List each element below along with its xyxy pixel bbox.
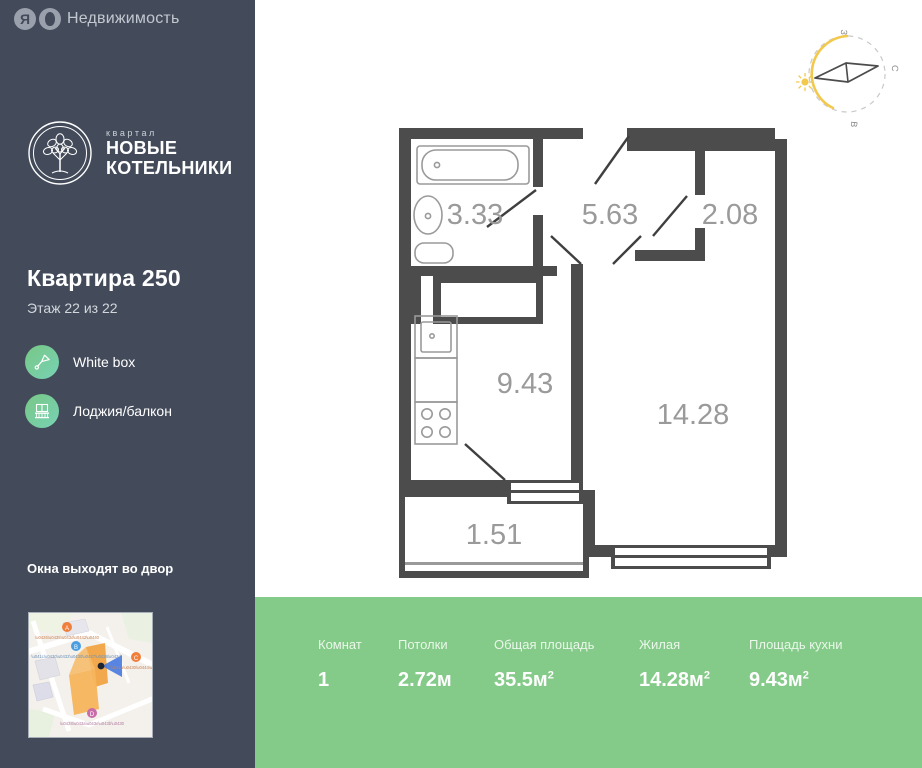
brand-bar[interactable]: Я Недвижимость [14, 8, 179, 30]
stat-label: Потолки [398, 637, 448, 652]
room-area-living-room: 14.28 [657, 399, 730, 431]
stat-label: Жилая [639, 637, 681, 652]
yandex-logo[interactable]: Я [14, 8, 61, 30]
stat-rooms: Комнат 1 [318, 597, 398, 692]
svg-text:\u0426\u0435\u043d\u0442\u0440: \u0426\u0435\u043d\u0442\u0440 [35, 635, 100, 640]
room-area-kitchen: 9.43 [497, 368, 553, 400]
stat-number: 9.43м [749, 669, 803, 691]
map-thumbnail[interactable]: A \u0426\u0435\u043d\u0442\u0440 B \u041… [28, 612, 153, 738]
toilet-icon [414, 242, 454, 264]
floor-plan: 3.33 5.63 2.08 9.43 14.28 1.51 [399, 128, 787, 578]
room-area-hallway: 5.63 [582, 199, 638, 231]
windows-orientation-note: Окна выходят во двор [27, 561, 174, 576]
stat-label: Площадь кухни [749, 637, 843, 652]
stat-number: 2.72м [398, 669, 452, 691]
stat-number: 1 [318, 669, 330, 691]
map-thumbnail-image: A \u0426\u0435\u043d\u0442\u0440 B \u041… [29, 613, 152, 737]
yandex-circle-icon [39, 8, 61, 30]
developer-name-line2: КОТЕЛЬНИКИ [106, 158, 233, 179]
brand-title: Недвижимость [67, 10, 180, 27]
stat-value: 14.28м2 [639, 669, 749, 692]
feature-label: White box [73, 354, 136, 370]
svg-text:D: D [90, 712, 95, 718]
feature-balcony: Лоджия/балкон [25, 394, 172, 428]
developer-name-line1: НОВЫЕ [106, 137, 178, 158]
stat-value: 1 [318, 669, 398, 692]
tree-emblem-icon [28, 121, 92, 185]
developer-logo: квартал НОВЫЕ КОТЕЛЬНИКИ [27, 120, 232, 186]
balcony-icon [25, 394, 59, 428]
svg-text:B: B [74, 645, 78, 651]
stat-number: 35.5м [494, 669, 548, 691]
page-title: Квартира 250 [27, 265, 181, 291]
svg-text:\u0428\u043a\u043e\u043b\u0430: \u0428\u043a\u043e\u043b\u0430 [60, 721, 125, 726]
stat-kitchen-area: Площадь кухни 9.43м2 [749, 597, 889, 692]
paint-trowel-icon [25, 345, 59, 379]
stat-ceilings: Потолки 2.72м [398, 597, 494, 692]
svg-text:A: A [65, 626, 69, 632]
feature-label: Лоджия/балкон [73, 403, 172, 419]
stat-label: Общая площадь [494, 637, 595, 652]
room-area-storage: 2.08 [702, 199, 758, 231]
sink-icon [413, 195, 443, 235]
main-panel: З С В 3.33 5.63 2.08 9.43 14.28 1.51 Ком… [255, 0, 922, 768]
stat-unit: 2 [547, 669, 554, 682]
feature-list: White box Лоджия/балкон [25, 345, 172, 443]
stat-value: 35.5м2 [494, 669, 639, 692]
sidebar: Я Недвижимость квартал НОВЫЕ КОТЕЛЬНИКИ [0, 0, 255, 768]
stat-number: 14.28м [639, 669, 704, 691]
svg-text:\u041a\u0430\u0444\u0435: \u041a\u0430\u0444\u0435 [110, 665, 152, 670]
stat-value: 2.72м [398, 669, 494, 692]
stat-total-area: Общая площадь 35.5м2 [494, 597, 639, 692]
apartment-floor: Этаж 22 из 22 [27, 300, 118, 316]
svg-text:C: C [134, 656, 139, 662]
room-area-bathroom: 3.33 [447, 199, 503, 231]
stats-bar: Комнат 1 Потолки 2.72м Общая площадь 35.… [255, 597, 922, 768]
svg-text:\u041c\u0430\u0433\u0430\u0437: \u041c\u0430\u0433\u0430\u0437\u0438\u04… [31, 654, 121, 659]
developer-subtitle: квартал [106, 127, 157, 138]
stat-living-area: Жилая 14.28м2 [639, 597, 749, 692]
stat-unit: 2 [802, 669, 809, 682]
stat-unit: 2 [703, 669, 710, 682]
stat-label: Комнат [318, 637, 362, 652]
apartment-info: Квартира 250 Этаж 22 из 22 [27, 265, 181, 316]
stove-icon [414, 401, 458, 445]
feature-white-box: White box [25, 345, 172, 379]
yandex-letter-icon: Я [14, 8, 36, 30]
room-area-balcony: 1.51 [466, 519, 522, 551]
stat-value: 9.43м2 [749, 669, 889, 692]
